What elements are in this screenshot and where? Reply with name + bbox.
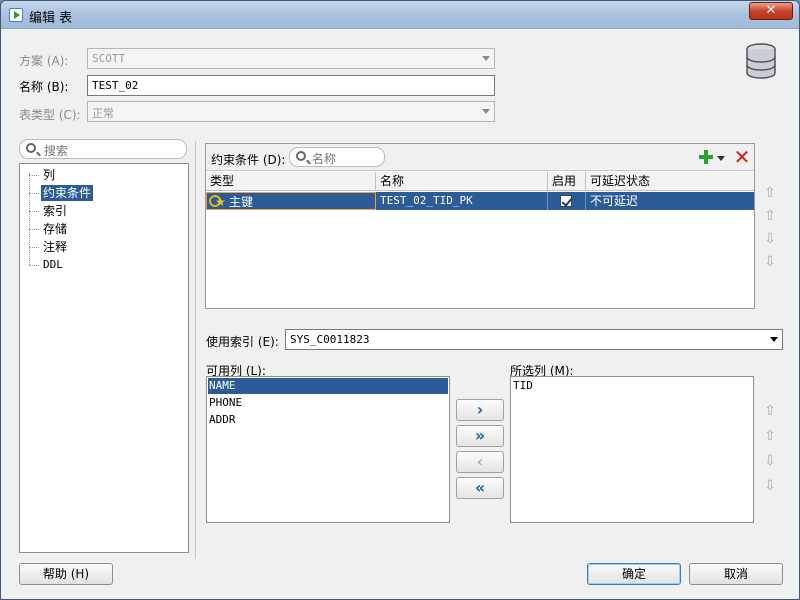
constraint-deferrable-cell[interactable]: 不可延迟 [586,192,754,210]
delete-constraint-icon[interactable]: ✕ [733,147,751,167]
sidebar-item-label: DDL [43,258,63,271]
sidebar-item-label: 索引 [43,204,68,218]
schema-value: SCOTT [92,52,126,65]
sidebar-item-ddl[interactable]: DDL [29,257,65,273]
close-button[interactable]: ✕ [749,2,793,20]
selected-columns-list[interactable]: TID [510,376,754,523]
using-index-label: 使用索引 (E): [206,335,279,349]
title-bar: 编辑 表 ✕ [1,1,799,29]
schema-select[interactable]: SCOTT [87,48,495,69]
ok-button[interactable]: 确定 [587,563,681,585]
constraints-label: 约束条件 (D): [211,153,286,167]
help-button[interactable]: 帮助 (H) [19,563,113,585]
sidebar-item-label: 存储 [43,222,68,236]
sidebar-item-columns[interactable]: 列 [29,167,57,183]
constraints-table-header: 类型 名称 启用 可延迟状态 [206,172,754,191]
splitter[interactable] [195,141,196,559]
sidebar-item-label: 注释 [43,240,68,254]
move-left-button[interactable]: ‹ [456,451,504,473]
chevron-down-icon [482,56,490,61]
move-up-icon[interactable]: ⇧ [762,428,778,444]
column-header-enabled[interactable]: 启用 [548,172,586,191]
table-type-select[interactable]: 正常 [87,101,495,122]
sidebar-item-label: 列 [43,168,56,182]
primary-key-icon [209,195,227,209]
database-icon [746,43,776,79]
table-row[interactable]: 主键 TEST_02_TID_PK 不可延迟 [206,192,754,210]
edit-table-dialog: 编辑 表 ✕ 方案 (A): SCOTT 名称 (B): TEST_02 表类型… [0,0,800,600]
column-header-name[interactable]: 名称 [376,172,548,191]
chevron-down-icon [482,109,490,114]
sidebar-search-placeholder: 搜索 [44,144,69,158]
list-item[interactable]: PHONE [208,395,448,411]
chevron-down-icon[interactable] [717,156,725,161]
sidebar-item-label: 约束条件 [43,186,92,200]
table-type-label: 表类型 (C): [19,108,81,122]
search-icon [26,143,36,153]
enabled-checkbox[interactable] [560,195,572,207]
move-bottom-icon[interactable]: ⇩ [762,254,778,270]
list-item[interactable]: TID [512,378,752,394]
constraints-search-input[interactable]: 名称 [289,147,385,167]
move-top-icon[interactable]: ⇧ [762,185,778,201]
sidebar-item-indexes[interactable]: 索引 [29,203,69,219]
sidebar-item-constraints[interactable]: 约束条件 [29,185,94,201]
move-down-icon[interactable]: ⇩ [762,453,778,469]
name-input[interactable]: TEST_02 [87,75,495,96]
schema-label: 方案 (A): [19,54,69,68]
using-index-value: SYS_C0011823 [290,333,370,346]
move-all-left-button[interactable]: « [456,477,504,499]
window-title: 编辑 表 [29,11,73,26]
move-down-icon[interactable]: ⇩ [762,231,778,247]
constraints-search-placeholder: 名称 [312,152,337,166]
move-all-right-button[interactable]: » [456,425,504,447]
constraint-type: 主键 [229,195,254,209]
sidebar-search-input[interactable]: 搜索 [19,139,187,159]
column-header-deferrable[interactable]: 可延迟状态 [586,172,754,191]
column-header-type[interactable]: 类型 [206,172,376,191]
constraint-name-cell[interactable]: TEST_02_TID_PK [376,192,548,210]
using-index-select[interactable]: SYS_C0011823 [285,329,783,350]
tree-connector [29,173,30,265]
list-item[interactable]: NAME [208,378,448,394]
constraint-type-cell[interactable]: 主键 [206,192,376,210]
cancel-button[interactable]: 取消 [689,563,783,585]
move-top-icon[interactable]: ⇧ [762,403,778,419]
move-up-icon[interactable]: ⇧ [762,208,778,224]
add-constraint-icon[interactable] [698,149,714,165]
app-icon [9,8,23,22]
move-bottom-icon[interactable]: ⇩ [762,478,778,494]
chevron-down-icon [770,337,778,342]
sidebar-item-comments[interactable]: 注释 [29,239,69,255]
sidebar-item-storage[interactable]: 存储 [29,221,69,237]
name-label: 名称 (B): [19,80,69,94]
search-icon [296,151,306,161]
available-columns-list[interactable]: NAME PHONE ADDR [206,376,450,523]
table-type-value: 正常 [92,107,114,120]
list-item[interactable]: ADDR [208,412,448,428]
move-right-button[interactable]: › [456,399,504,421]
